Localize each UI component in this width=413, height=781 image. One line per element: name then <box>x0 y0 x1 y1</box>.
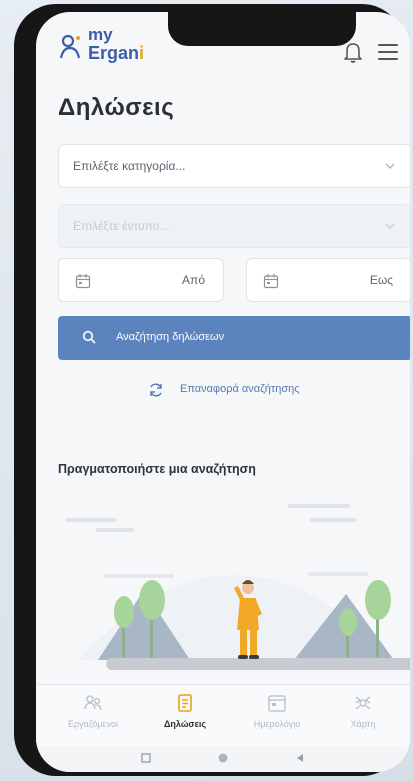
tab-declarations[interactable]: Δηλώσεις <box>140 693 230 743</box>
chevron-down-icon <box>385 163 395 169</box>
tab-declarations-label: Δηλώσεις <box>163 719 207 729</box>
date-to-field[interactable]: Εως <box>246 258 410 302</box>
date-from-label: Από <box>182 273 205 287</box>
refresh-icon <box>150 383 162 397</box>
people-icon <box>84 695 102 711</box>
logo-text-ergani-accent: i <box>139 43 145 63</box>
chevron-down-icon <box>385 223 395 229</box>
search-declarations-button[interactable]: Αναζήτηση δηλώσεων <box>58 316 410 360</box>
tab-map[interactable]: Χάρτη <box>318 693 408 743</box>
search-button-label: Αναζήτηση δηλώσεων <box>116 331 225 343</box>
bottom-tab-bar: Εργαζόμενοι Δηλώσεις Ημερολόγιο Χάρτη <box>36 684 410 747</box>
app-logo[interactable]: my Ergani <box>58 26 178 70</box>
logo-text-ergani-main: Ergan <box>88 43 140 63</box>
date-from-field[interactable]: Από <box>58 258 224 302</box>
tab-employees-label: Εργαζόμενοι <box>68 719 118 729</box>
tab-map-label: Χάρτη <box>350 719 376 729</box>
tab-calendar[interactable]: Ημερολόγιο <box>232 693 322 743</box>
map-icon <box>355 696 371 710</box>
menu-line <box>378 44 398 46</box>
form-type-select-placeholder: Επιλέξτε έντυπο... <box>73 219 170 233</box>
tab-employees[interactable]: Εργαζόμενοι <box>48 693 138 743</box>
declarations-icon <box>178 694 192 712</box>
menu-line <box>378 58 398 60</box>
ergani-logo-icon <box>59 34 81 59</box>
empty-state-illustration <box>66 504 410 670</box>
form-type-select[interactable]: Επιλέξτε έντυπο... <box>58 204 410 248</box>
logo-text-my: my <box>88 25 113 44</box>
date-to-label: Εως <box>369 273 393 287</box>
app-screen: my Ergani Δηλώσεις Επιλέξτε κατηγορία...… <box>36 12 410 772</box>
empty-state-prompt: Πραγματοποιήστε μια αναζήτηση <box>58 462 256 476</box>
reset-search-link[interactable]: Επαναφορά αναζήτησης <box>148 380 338 402</box>
page-title: Δηλώσεις <box>58 94 175 121</box>
hamburger-menu-icon[interactable] <box>378 44 398 62</box>
logo-text-ergani: Ergani <box>88 43 144 63</box>
calendar-icon <box>268 695 286 712</box>
back-icon[interactable] <box>294 752 306 764</box>
phone-notch <box>168 12 356 46</box>
search-icon <box>82 330 96 344</box>
system-nav-bar <box>36 746 410 772</box>
tab-calendar-label: Ημερολόγιο <box>253 719 301 729</box>
recent-apps-icon[interactable] <box>140 752 152 764</box>
phone-frame: my Ergani Δηλώσεις Επιλέξτε κατηγορία...… <box>14 4 410 776</box>
calendar-icon <box>75 274 91 289</box>
home-icon[interactable] <box>217 752 229 764</box>
reset-search-label: Επαναφορά αναζήτησης <box>180 383 300 395</box>
menu-line <box>378 51 398 53</box>
category-select[interactable]: Επιλέξτε κατηγορία... <box>58 144 410 188</box>
category-select-placeholder: Επιλέξτε κατηγορία... <box>73 159 186 173</box>
calendar-icon <box>263 274 279 289</box>
